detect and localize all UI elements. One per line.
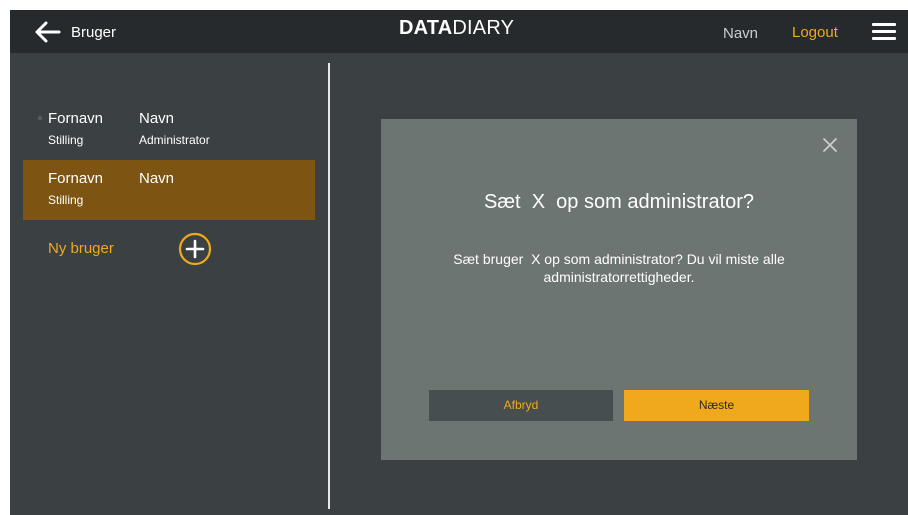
card-marker <box>38 116 42 120</box>
app-window: Bruger DATADIARY Navn Logout Fornavn Nav… <box>10 10 908 515</box>
user-card-administrator[interactable]: Fornavn Navn Stilling Administrator <box>23 100 315 160</box>
user-card-selected[interactable]: Fornavn Navn Stilling <box>23 160 315 220</box>
dialog-message: Sæt bruger X op som administrator? Du vi… <box>453 251 789 285</box>
user-first-name: Fornavn <box>48 170 104 187</box>
app-logo: DATADIARY <box>399 17 514 40</box>
back-button[interactable] <box>34 21 62 43</box>
panel-divider <box>328 63 330 509</box>
new-user-link[interactable]: Ny bruger <box>48 240 114 257</box>
user-position: Stilling <box>48 133 84 147</box>
logo-light-text: DIARY <box>452 17 515 39</box>
logo-bold-text: DATA <box>399 17 453 39</box>
user-last-name: Navn <box>139 110 175 127</box>
user-position: Stilling <box>48 193 84 207</box>
cancel-button[interactable]: Afbryd <box>429 390 613 421</box>
close-icon <box>823 138 837 152</box>
confirm-dialog: Sæt X op som administrator? Sæt bruger X… <box>381 119 857 460</box>
user-first-name: Fornavn <box>48 110 104 127</box>
arrow-left-icon <box>35 21 61 43</box>
menu-line <box>872 37 896 40</box>
close-button[interactable] <box>822 137 838 153</box>
user-last-name: Navn <box>139 170 175 187</box>
logout-link[interactable]: Logout <box>792 24 838 41</box>
add-user-button[interactable] <box>178 232 212 266</box>
page-title: Bruger <box>71 24 117 41</box>
dialog-title: Sæt X op som administrator? <box>483 191 755 213</box>
next-button[interactable]: Næste <box>624 390 809 421</box>
hamburger-menu-icon[interactable] <box>872 23 896 41</box>
top-bar: Bruger DATADIARY Navn Logout <box>10 10 908 53</box>
plus-circle-icon <box>178 232 212 266</box>
menu-line <box>872 23 896 26</box>
current-user-name: Navn <box>723 25 759 42</box>
user-role: Administrator <box>139 133 210 147</box>
menu-line <box>872 30 896 33</box>
